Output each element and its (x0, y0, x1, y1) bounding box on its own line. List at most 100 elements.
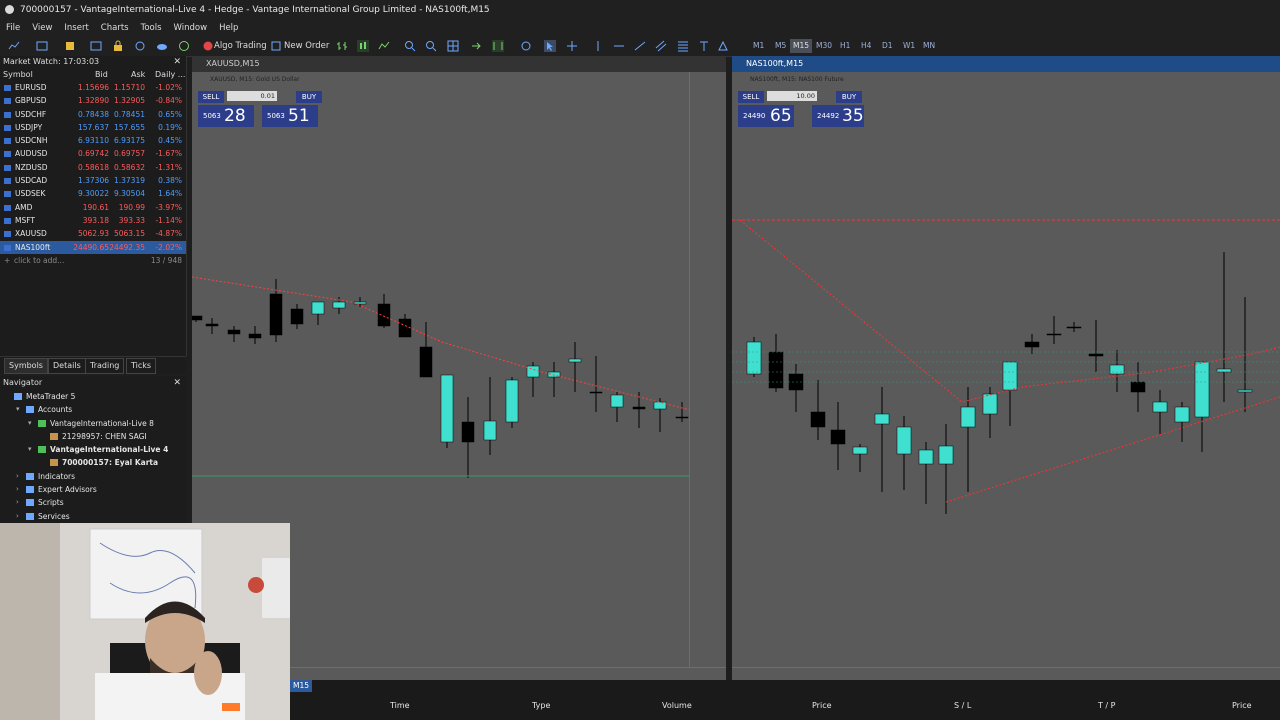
text-icon[interactable] (698, 40, 710, 52)
chevron-icon[interactable]: › (16, 510, 19, 523)
new-order-button[interactable]: New Order (284, 39, 329, 53)
chevron-icon[interactable]: › (16, 470, 19, 483)
col-ask[interactable]: Ask (131, 68, 145, 81)
market-watch-row[interactable]: XAUUSD 5062.93 5063.15 -4.87% (0, 227, 186, 240)
candlestick-icon[interactable] (357, 40, 369, 52)
chevron-icon[interactable]: › (16, 496, 19, 509)
chevron-icon[interactable]: › (16, 483, 19, 496)
timeframe-m15[interactable]: M15 (790, 39, 813, 53)
tab-ticks[interactable]: Ticks (126, 358, 157, 374)
chart-tab-m15[interactable]: M15 (290, 680, 313, 692)
globe-icon[interactable] (178, 40, 190, 52)
col-volume[interactable]: Volume (662, 701, 692, 710)
cloud-icon[interactable] (156, 40, 168, 52)
indicators-icon[interactable] (520, 40, 532, 52)
market-watch-row[interactable]: GBPUSD 1.32890 1.32905 -0.84% (0, 94, 186, 107)
market-watch-row[interactable]: AUDUSD 0.69742 0.69757 -1.67% (0, 147, 186, 160)
col-sl[interactable]: S / L (954, 701, 971, 710)
menu-view[interactable]: View (26, 20, 58, 36)
chevron-icon[interactable]: ▾ (16, 403, 20, 416)
autoscroll-icon[interactable] (470, 40, 482, 52)
col-bid[interactable]: Bid (95, 68, 108, 81)
timeframe-w1[interactable]: W1 (900, 39, 918, 53)
price-scale[interactable] (689, 72, 726, 668)
menu-help[interactable]: Help (213, 20, 244, 36)
timeframe-m1[interactable]: M1 (750, 39, 767, 53)
navigator-item[interactable]: MetaTrader 5 (0, 390, 186, 403)
add-symbol-row[interactable]: + click to add... 13 / 948 (0, 254, 186, 267)
chart-title[interactable]: XAUUSD,M15 (192, 56, 726, 72)
chevron-icon[interactable]: ▾ (28, 417, 32, 430)
col-current-price[interactable]: Price (1232, 701, 1252, 710)
market-watch-row[interactable]: USDCHF 0.78438 0.78451 0.65% (0, 108, 186, 121)
timeframe-d1[interactable]: D1 (879, 39, 896, 53)
bar-chart-icon[interactable] (336, 40, 348, 52)
menu-window[interactable]: Window (168, 20, 214, 36)
navigator-item[interactable]: ▾ VantageInternational-Live 8 (0, 417, 186, 430)
market-watch-row[interactable]: NZDUSD 0.58618 0.58632 -1.31% (0, 161, 186, 174)
chart-shift-icon[interactable] (492, 40, 504, 52)
cursor-icon[interactable] (544, 40, 556, 52)
market-watch-row[interactable]: NAS100ft 24490.65 24492.35 -2.02% (0, 240, 186, 254)
timeframe-m5[interactable]: M5 (772, 39, 789, 53)
menu-file[interactable]: File (0, 20, 26, 36)
data-window-icon[interactable] (90, 40, 102, 52)
new-chart-icon[interactable] (8, 40, 20, 52)
horizontal-line-icon[interactable] (613, 40, 625, 52)
navigator-item[interactable]: 700000157: Eyal Karta (0, 456, 186, 469)
profiles-icon[interactable] (36, 40, 48, 52)
lock-icon[interactable] (112, 40, 124, 52)
crosshair-icon[interactable] (566, 40, 578, 52)
menu-tools[interactable]: Tools (135, 20, 168, 36)
shapes-icon[interactable] (717, 40, 729, 52)
market-watch-row[interactable]: MSFT 393.18 393.33 -1.14% (0, 214, 186, 227)
zoom-in-icon[interactable] (404, 40, 416, 52)
timeframe-m30[interactable]: M30 (813, 39, 835, 53)
tab-details[interactable]: Details (48, 358, 86, 374)
market-watch-row[interactable]: EURUSD 1.15696 1.15710 -1.02% (0, 81, 186, 94)
col-daily-change[interactable]: Daily ... (155, 68, 185, 81)
navigator-item[interactable]: ▾ Accounts (0, 403, 186, 416)
signals-icon[interactable] (134, 40, 146, 52)
vertical-line-icon[interactable] (592, 40, 604, 52)
col-tp[interactable]: T / P (1098, 701, 1116, 710)
market-watch-row[interactable]: USDCNH 6.93110 6.93175 0.45% (0, 134, 186, 147)
equidistant-channel-icon[interactable] (655, 40, 667, 52)
market-watch-row[interactable]: USDJPY 157.637 157.655 0.19% (0, 121, 186, 134)
fibonacci-icon[interactable] (677, 40, 689, 52)
menu-charts[interactable]: Charts (95, 20, 135, 36)
col-type[interactable]: Type (532, 701, 550, 710)
navigator-item[interactable]: › Services (0, 510, 186, 523)
market-watch-row[interactable]: USDSEK 9.30022 9.30504 1.64% (0, 187, 186, 200)
tab-symbols[interactable]: Symbols (4, 358, 48, 374)
chart-window-nas100ft[interactable]: NAS100ft,M15 NAS100ft, M15: NAS100 Futur… (732, 56, 1280, 680)
navigator-item[interactable]: › Expert Advisors (0, 483, 186, 496)
chart-title[interactable]: NAS100ft,M15 (732, 56, 1280, 72)
col-price[interactable]: Price (812, 701, 832, 710)
close-icon[interactable]: ✕ (173, 56, 181, 68)
tile-windows-icon[interactable] (447, 40, 459, 52)
market-watch-row[interactable]: USDCAD 1.37306 1.37319 0.38% (0, 174, 186, 187)
navigator-item[interactable]: › Scripts (0, 496, 186, 509)
timeframe-h1[interactable]: H1 (837, 39, 853, 53)
zoom-out-icon[interactable] (425, 40, 437, 52)
market-watch-icon[interactable] (64, 40, 76, 52)
bid-price: 1.37306 (77, 176, 109, 186)
timeframe-mn[interactable]: MN (920, 39, 938, 53)
close-icon[interactable]: ✕ (173, 376, 181, 390)
trendline-icon[interactable] (634, 40, 646, 52)
navigator-item[interactable]: 21298957: CHEN SAGI (0, 430, 186, 443)
chevron-icon[interactable]: ▾ (28, 443, 32, 456)
timeframe-h4[interactable]: H4 (858, 39, 874, 53)
price-chart[interactable] (732, 72, 1280, 668)
navigator-item[interactable]: › Indicators (0, 470, 186, 483)
line-chart-icon[interactable] (378, 40, 390, 52)
time-scale[interactable] (732, 667, 1280, 680)
algo-trading-button[interactable]: Algo Trading (214, 39, 267, 53)
tab-trading[interactable]: Trading (85, 358, 125, 374)
col-time[interactable]: Time (390, 701, 410, 710)
menu-insert[interactable]: Insert (58, 20, 94, 36)
col-symbol[interactable]: Symbol (3, 68, 33, 81)
navigator-item[interactable]: ▾ VantageInternational-Live 4 (0, 443, 186, 456)
market-watch-row[interactable]: AMD 190.61 190.99 -3.97% (0, 201, 186, 214)
